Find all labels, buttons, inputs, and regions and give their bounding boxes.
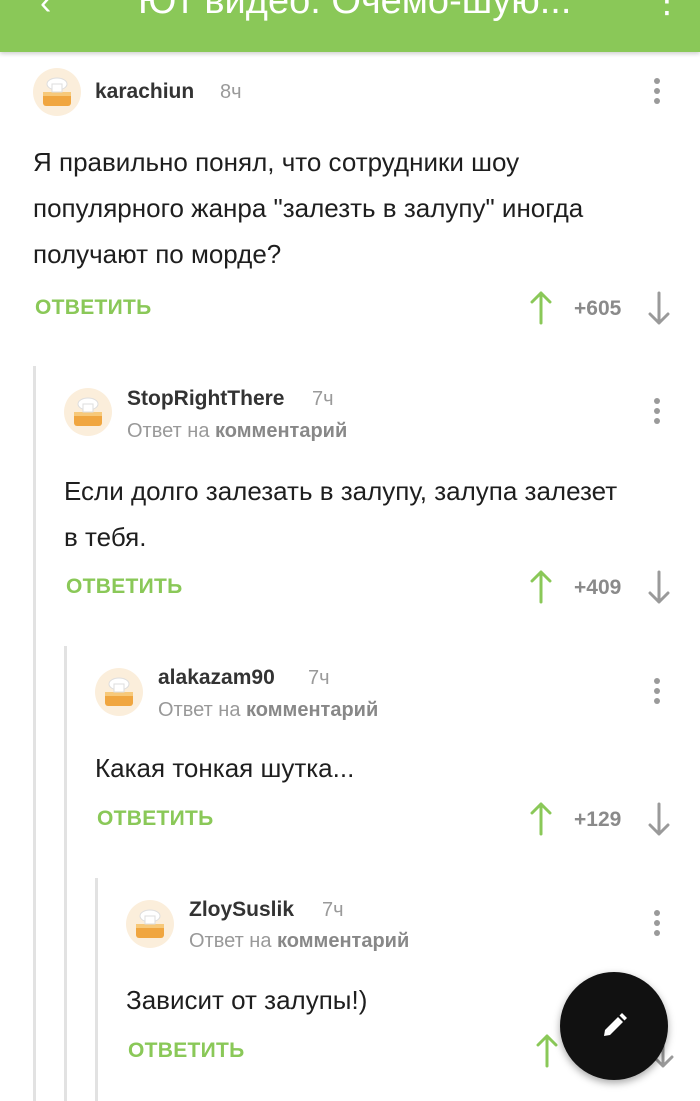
thread-line-level-3	[95, 878, 98, 1101]
reply-button[interactable]: ОТВЕТИТЬ	[97, 807, 214, 831]
back-arrow-icon[interactable]: ‹	[40, 0, 51, 20]
comment-text: Если долго залезать в залупу, залупа зал…	[64, 476, 618, 552]
reply-to-label[interactable]: Ответ на комментарий	[189, 930, 409, 953]
more-options-icon[interactable]	[652, 78, 662, 108]
score: +605	[574, 297, 622, 320]
reply-to-label[interactable]: Ответ на комментарий	[127, 420, 347, 443]
timestamp: 7ч	[322, 899, 344, 921]
cake-avatar-icon	[43, 77, 71, 106]
timestamp: 8ч	[220, 81, 242, 103]
score: +409	[574, 576, 622, 599]
username[interactable]: ZloySuslik	[189, 898, 294, 922]
avatar[interactable]	[126, 900, 174, 948]
avatar[interactable]	[33, 68, 81, 116]
cake-avatar-icon	[136, 909, 164, 938]
pencil-icon	[604, 1013, 627, 1036]
avatar[interactable]	[64, 388, 112, 436]
avatar[interactable]	[95, 668, 143, 716]
cake-avatar-icon	[105, 677, 133, 706]
timestamp: 7ч	[308, 667, 330, 689]
upvote-arrow-icon[interactable]	[530, 291, 552, 325]
downvote-arrow-icon[interactable]	[648, 802, 670, 836]
downvote-arrow-icon[interactable]	[648, 291, 670, 325]
comment-text: Зависит от залупы!)	[126, 985, 368, 1015]
username[interactable]: StopRightThere	[127, 387, 285, 411]
thread-line-level-2	[64, 646, 67, 1101]
cake-avatar-icon	[74, 397, 102, 426]
reply-button[interactable]: ОТВЕТИТЬ	[128, 1039, 245, 1063]
compose-fab-button[interactable]	[560, 972, 668, 1080]
more-options-icon[interactable]	[652, 910, 662, 940]
top-app-bar: ‹ Ют видео. Очемо-шую... ⋮	[0, 0, 700, 52]
comment-text: Я правильно понял, что сотрудники шоу по…	[33, 147, 584, 269]
upvote-arrow-icon[interactable]	[536, 1034, 558, 1068]
more-vertical-icon[interactable]: ⋮	[650, 0, 684, 18]
more-options-icon[interactable]	[652, 398, 662, 428]
thread-line-level-1	[33, 366, 36, 1101]
downvote-arrow-icon[interactable]	[648, 570, 670, 604]
upvote-arrow-icon[interactable]	[530, 802, 552, 836]
username[interactable]: alakazam90	[158, 666, 275, 690]
username[interactable]: karachiun	[95, 80, 194, 104]
comment-text: Какая тонкая шутка...	[95, 753, 355, 783]
reply-button[interactable]: ОТВЕТИТЬ	[66, 575, 183, 599]
upvote-arrow-icon[interactable]	[530, 570, 552, 604]
timestamp: 7ч	[312, 388, 334, 410]
score: +129	[574, 808, 622, 831]
reply-to-label[interactable]: Ответ на комментарий	[158, 699, 378, 722]
page-title: Ют видео. Очемо-шую...	[138, 0, 572, 22]
reply-button[interactable]: ОТВЕТИТЬ	[35, 296, 152, 320]
more-options-icon[interactable]	[652, 678, 662, 708]
